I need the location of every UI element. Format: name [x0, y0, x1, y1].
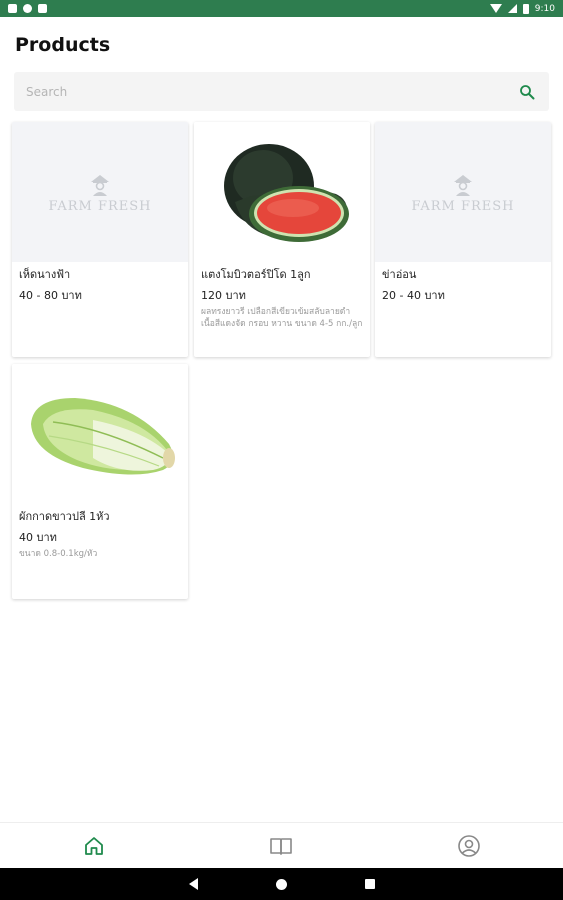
product-card[interactable]: FARM FRESH เห็ดนางฟ้า 40 - 80 บาท	[12, 122, 188, 357]
farm-fresh-logo: FARM FRESH	[48, 171, 151, 214]
nav-profile[interactable]	[439, 823, 499, 869]
status-right-icons: 9:10	[489, 3, 555, 14]
book-icon	[270, 837, 293, 855]
product-name: แตงโมบิวตอร์ปิโด 1ลูก	[201, 268, 311, 281]
product-image	[12, 364, 188, 504]
search-input[interactable]	[26, 84, 517, 99]
watermelon-image	[224, 144, 349, 242]
battery-icon	[522, 3, 529, 14]
nav-catalog[interactable]	[251, 823, 311, 869]
status-bar: 9:10	[0, 0, 563, 17]
product-description: ผลทรงยาวรี เปลือกสีเขียวเข้มสลับลายดำ เน…	[201, 307, 363, 329]
product-name: ผักกาดขาวปลี 1หัว	[19, 510, 110, 523]
product-price: 40 - 80 บาท	[19, 289, 82, 302]
status-time: 9:10	[534, 3, 555, 14]
product-card[interactable]: ผักกาดขาวปลี 1หัว 40 บาท ขนาด 0.8-0.1kg/…	[12, 364, 188, 599]
search-bar[interactable]	[14, 72, 549, 111]
product-card[interactable]: FARM FRESH ข่าอ่อน 20 - 40 บาท	[375, 122, 551, 357]
product-price: 120 บาท	[201, 289, 246, 302]
farm-fresh-text: FARM FRESH	[411, 198, 515, 214]
bottom-nav	[0, 822, 563, 868]
home-icon	[84, 836, 103, 855]
product-image	[194, 122, 370, 262]
nav-home[interactable]	[64, 823, 124, 869]
sim-icon	[38, 4, 47, 13]
status-left-icons	[8, 4, 47, 13]
system-home-icon[interactable]	[275, 878, 287, 890]
product-price: 40 บาท	[19, 531, 57, 544]
wifi-icon	[489, 4, 502, 13]
product-image-placeholder: FARM FRESH	[12, 122, 188, 262]
farm-fresh-logo: FARM FRESH	[411, 171, 514, 214]
page-title: Products	[15, 34, 111, 56]
profile-icon	[458, 834, 480, 857]
system-navigation-bar	[0, 868, 563, 900]
notification-icon	[8, 4, 17, 13]
product-description: ขนาด 0.8-0.1kg/หัว	[19, 549, 98, 559]
napa-cabbage-image	[30, 398, 175, 475]
circle-icon	[23, 4, 32, 13]
product-image-placeholder: FARM FRESH	[375, 122, 551, 262]
back-icon[interactable]	[188, 878, 198, 890]
signal-icon	[507, 4, 517, 13]
farm-fresh-text: FARM FRESH	[48, 198, 152, 214]
product-price: 20 - 40 บาท	[382, 289, 445, 302]
product-name: เห็ดนางฟ้า	[19, 268, 71, 281]
product-card[interactable]: แตงโมบิวตอร์ปิโด 1ลูก 120 บาท ผลทรงยาวรี…	[194, 122, 370, 357]
search-icon[interactable]	[517, 82, 537, 102]
recents-icon[interactable]	[364, 879, 375, 889]
product-name: ข่าอ่อน	[382, 268, 417, 281]
